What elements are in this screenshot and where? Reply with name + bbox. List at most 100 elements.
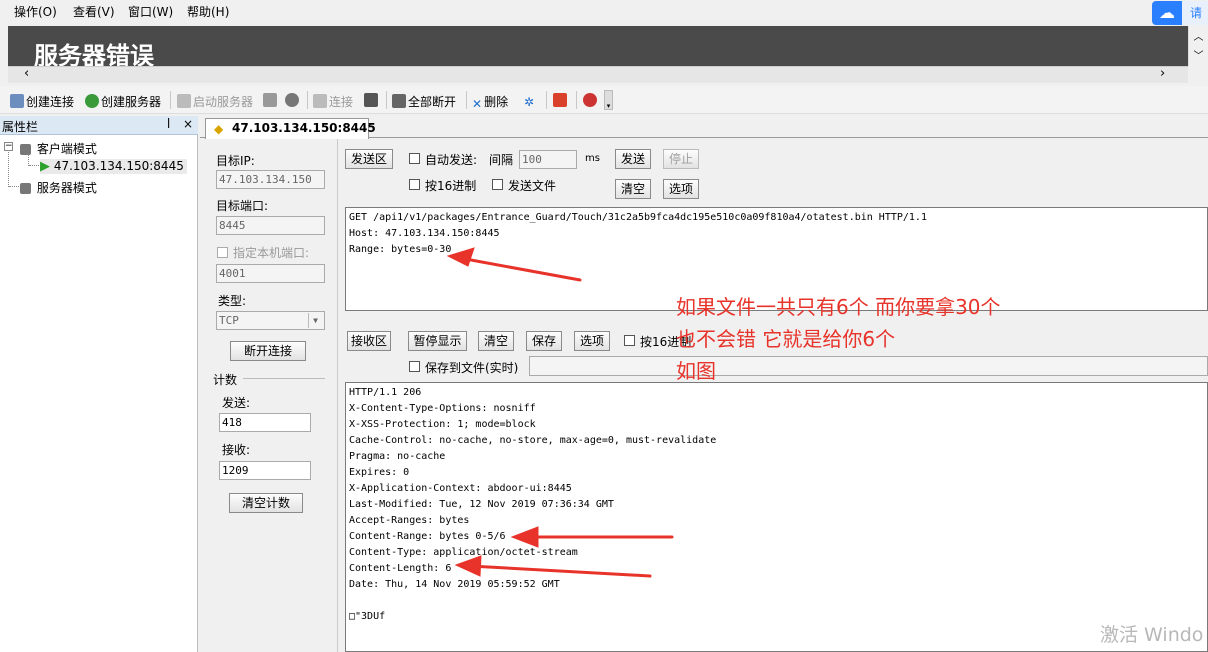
local-port-checkbox[interactable] [217,247,228,258]
disconnect-all-button[interactable]: 全部断开 [392,93,456,110]
power-button[interactable] [553,93,569,108]
annotation-line-2: 也不会错 它就是给你6个 [676,327,896,351]
auto-send-label: 自动发送: [425,153,478,167]
recv-textarea[interactable]: HTTP/1.1 206 X-Content-Type-Options: nos… [345,382,1208,652]
warning-icon: ◆ [214,122,224,136]
server-settings-icon [263,93,277,107]
send-clear-button[interactable]: 清空 [615,179,651,199]
error-vscroll[interactable]: ︿ ﹀ [1188,26,1208,66]
close-icon[interactable]: × [183,117,193,131]
create-server-icon [85,94,99,108]
recv-hex-checkbox[interactable] [624,335,635,346]
save-path-field[interactable] [529,356,1208,376]
interval-unit: ms [585,153,600,164]
target-port-label: 目标端口: [216,199,269,213]
interval-label: 间隔 [489,153,514,167]
scroll-up-icon[interactable]: ︿ [1189,28,1208,43]
start-server-button[interactable]: 启动服务器 [177,93,253,110]
client-mode-label: 客户端模式 [36,142,97,156]
delete-x-icon: ✕ [472,97,483,111]
pause-display-button[interactable]: 暂停显示 [408,331,467,351]
create-connection-icon [10,94,24,108]
cloud-label[interactable]: 请 [1182,1,1208,25]
tree-server-mode[interactable]: 服务器模式 [20,179,97,196]
target-ip-field[interactable]: 47.103.134.150 [216,170,325,189]
menu-view[interactable]: 查看(V) [73,3,115,20]
send-hex-checkbox[interactable] [409,179,420,190]
create-server-button[interactable]: 创建服务器 [85,93,161,110]
stop-circle-icon [285,93,299,107]
error-hscroll[interactable]: ‹ › [8,66,1188,83]
create-server-label: 创建服务器 [101,95,162,109]
computer-icon [20,144,31,155]
start-server-label: 启动服务器 [193,95,254,109]
send-file-label: 发送文件 [508,179,557,193]
server-settings-button[interactable] [263,93,279,108]
toolbar-overflow-icon[interactable]: ▾ [604,90,613,110]
connect-button[interactable]: 连接 [313,93,353,110]
tree-connector [29,165,39,166]
scroll-down-icon[interactable]: ﹀ [1189,47,1208,62]
recv-area-tab[interactable]: 接收区 [347,331,391,351]
toolbar-separator [466,91,467,109]
delete-all-button[interactable]: ✲ [524,93,536,109]
save-realtime-label: 保存到文件(实时) [425,361,519,375]
server-mode-label: 服务器模式 [36,181,97,195]
settings-icon [583,93,597,107]
toolbar: 创建连接 创建服务器 启动服务器 连接 全部断开 ✕ 删除 ✲ ▾ [0,86,1208,114]
delete-button[interactable]: ✕ 删除 [472,93,508,111]
cloud-icon[interactable]: ☁ [1152,1,1182,25]
sidebar-title: 属性栏 [2,120,39,134]
disconnect-connection-button[interactable]: 断开连接 [230,341,306,361]
chevron-down-icon[interactable]: ▼ [308,313,322,328]
menu-help[interactable]: 帮助(H) [187,3,229,20]
send-hex-label: 按16进制 [425,179,477,193]
clear-count-button[interactable]: 清空计数 [229,493,303,513]
power-icon [553,93,567,107]
activation-watermark: 激活 Windo [1100,624,1204,646]
count-group-label: 计数 [213,373,238,387]
type-label: 类型: [218,294,247,308]
send-options-button[interactable]: 选项 [663,179,699,199]
menu-operate[interactable]: 操作(O) [14,3,57,20]
scroll-right-icon[interactable]: › [1160,66,1165,81]
delete-all-icon: ✲ [524,95,535,109]
toolbar-separator [576,91,577,109]
recv-count-field[interactable]: 1209 [219,461,311,480]
recv-save-button[interactable]: 保存 [526,331,562,351]
interval-field[interactable]: 100 [519,150,577,169]
create-connection-label: 创建连接 [26,95,75,109]
target-ip-label: 目标IP: [216,154,255,168]
send-count-field[interactable]: 418 [219,413,311,432]
recv-clear-button[interactable]: 清空 [478,331,514,351]
stop-button[interactable]: 停止 [663,149,699,169]
recv-options-button[interactable]: 选项 [574,331,610,351]
tree-connection-item[interactable]: ▶ 47.103.134.150:8445 [40,159,187,174]
tree-client-mode[interactable]: 客户端模式 [20,140,97,157]
settings-button[interactable] [583,93,599,108]
save-realtime-checkbox[interactable] [409,361,420,372]
target-port-field[interactable]: 8445 [216,216,325,235]
connect-icon [313,94,327,108]
send-button[interactable]: 发送 [615,149,651,169]
disconnect-button[interactable] [364,93,380,108]
type-select[interactable]: TCP ▼ [216,311,325,330]
local-port-field[interactable]: 4001 [216,264,325,283]
menu-window[interactable]: 窗口(W) [128,3,173,20]
send-file-checkbox[interactable] [492,179,503,190]
auto-send-checkbox[interactable] [409,153,420,164]
pin-icon[interactable]: ꟾ [167,118,170,131]
tab-label: 47.103.134.150:8445 [232,121,376,135]
scroll-left-icon[interactable]: ‹ [24,66,29,81]
toolbar-separator [546,91,547,109]
server-icon [20,183,31,194]
tab-connection[interactable]: ◆ 47.103.134.150:8445 [205,118,376,139]
annotation-line-1: 如果文件一共只有6个 而你要拿30个 [676,295,1001,319]
tree-collapse-icon[interactable]: − [4,142,13,151]
property-sidebar: 属性栏 ꟾ × − 客户端模式 ▶ 47.103.134.150:8445 服务… [0,116,198,652]
send-area-tab[interactable]: 发送区 [345,149,393,169]
delete-label: 删除 [484,95,509,109]
connect-label: 连接 [329,95,354,109]
create-connection-button[interactable]: 创建连接 [10,93,74,110]
stop-server-button[interactable] [285,93,301,108]
